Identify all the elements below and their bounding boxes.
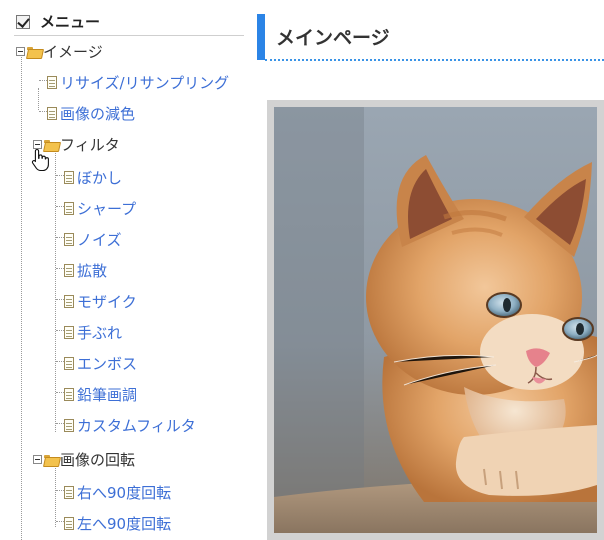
tree-item-link[interactable]: エンボス <box>77 353 137 374</box>
tree-guide-line <box>21 52 22 540</box>
tree-folder-label: 画像の回転 <box>60 450 136 469</box>
tree-branch <box>56 392 64 393</box>
document-icon <box>64 516 74 530</box>
tree-item-noise[interactable]: ノイズ <box>64 228 122 250</box>
tree-item-rotate-left[interactable]: 左へ90度回転 <box>64 512 171 534</box>
tree-item-link[interactable]: 右へ90度回転 <box>77 482 171 503</box>
tree-guide-line <box>38 88 39 110</box>
tree-folder-image[interactable]: イメージ <box>16 40 103 62</box>
tree-item-shake[interactable]: 手ぶれ <box>64 321 122 343</box>
tree-branch <box>56 521 64 522</box>
tree-item-blur[interactable]: ぼかし <box>64 166 122 188</box>
tree-branch <box>39 80 47 81</box>
tree-item-resize[interactable]: リサイズ/リサンプリング <box>47 71 229 93</box>
document-icon <box>64 232 74 246</box>
tree-branch <box>56 206 64 207</box>
menu-title: メニュー <box>40 13 101 31</box>
tree-item-rotate-right[interactable]: 右へ90度回転 <box>64 481 171 503</box>
document-icon <box>64 263 74 277</box>
tree-branch <box>56 330 64 331</box>
tree-item-pencil[interactable]: 鉛筆画調 <box>64 383 137 405</box>
tree-item-link[interactable]: カスタムフィルタ <box>77 415 196 436</box>
tree-item-link[interactable]: ノイズ <box>77 229 122 250</box>
tree-branch <box>56 237 64 238</box>
tree-item-link[interactable]: シャープ <box>77 198 136 219</box>
title-underline <box>265 59 604 61</box>
hand-pointer-cursor-icon <box>31 148 49 172</box>
tree-item-sharpen[interactable]: シャープ <box>64 197 136 219</box>
photo-frame <box>267 100 604 540</box>
tree-branch <box>56 175 64 176</box>
document-icon <box>64 201 74 215</box>
tree-item-link[interactable]: モザイク <box>77 291 137 312</box>
tree-branch <box>56 299 64 300</box>
document-icon <box>64 485 74 499</box>
tree-folder-label: フィルタ <box>60 135 120 154</box>
document-icon <box>64 356 74 370</box>
tree-branch <box>56 361 64 362</box>
tree-item-mosaic[interactable]: モザイク <box>64 290 137 312</box>
tree-item-custom-filter[interactable]: カスタムフィルタ <box>64 414 196 436</box>
collapse-toggle-icon[interactable] <box>16 46 25 56</box>
tree-item-link[interactable]: 左へ90度回転 <box>77 513 171 534</box>
sidebar-menu: メニュー イメージ リサイズ/リサンプリング 画像の減色 フィルタ ぼかし シャ… <box>0 0 250 540</box>
kitten-image <box>274 107 597 533</box>
page-title: メインページ <box>276 27 390 49</box>
tree-item-diffuse[interactable]: 拡散 <box>64 259 107 281</box>
tree-item-emboss[interactable]: エンボス <box>64 352 137 374</box>
document-icon <box>64 387 74 401</box>
document-icon <box>64 325 74 339</box>
tree-branch <box>56 490 64 491</box>
main-header: メインページ <box>257 14 604 61</box>
tree-item-link[interactable]: 拡散 <box>77 260 107 281</box>
kitten-photo <box>274 107 597 533</box>
document-icon <box>47 106 57 120</box>
main-content: メインページ <box>257 0 604 540</box>
tree-item-link[interactable]: 画像の減色 <box>60 103 135 124</box>
open-folder-icon <box>44 454 59 465</box>
document-icon <box>64 418 74 432</box>
tree-item-reduce-color[interactable]: 画像の減色 <box>47 102 135 124</box>
tree-branch <box>56 268 64 269</box>
tree-guide-line <box>55 150 56 432</box>
menu-checkbox-icon[interactable] <box>16 14 30 29</box>
document-icon <box>47 75 57 89</box>
tree-folder-label: イメージ <box>43 42 103 61</box>
document-icon <box>64 294 74 308</box>
accent-bar <box>257 14 265 60</box>
tree-branch <box>56 423 64 424</box>
open-folder-icon <box>27 46 42 57</box>
document-icon <box>64 170 74 184</box>
tree-folder-rotate[interactable]: 画像の回転 <box>33 448 135 470</box>
tree-item-link[interactable]: 鉛筆画調 <box>77 384 137 405</box>
tree-item-link[interactable]: リサイズ/リサンプリング <box>60 72 229 93</box>
menu-header: メニュー <box>14 8 244 36</box>
tree-item-link[interactable]: ぼかし <box>77 167 122 188</box>
tree-guide-line <box>55 465 56 527</box>
tree-item-link[interactable]: 手ぶれ <box>77 322 122 343</box>
tree-branch <box>39 111 47 112</box>
collapse-toggle-icon[interactable] <box>33 454 42 464</box>
